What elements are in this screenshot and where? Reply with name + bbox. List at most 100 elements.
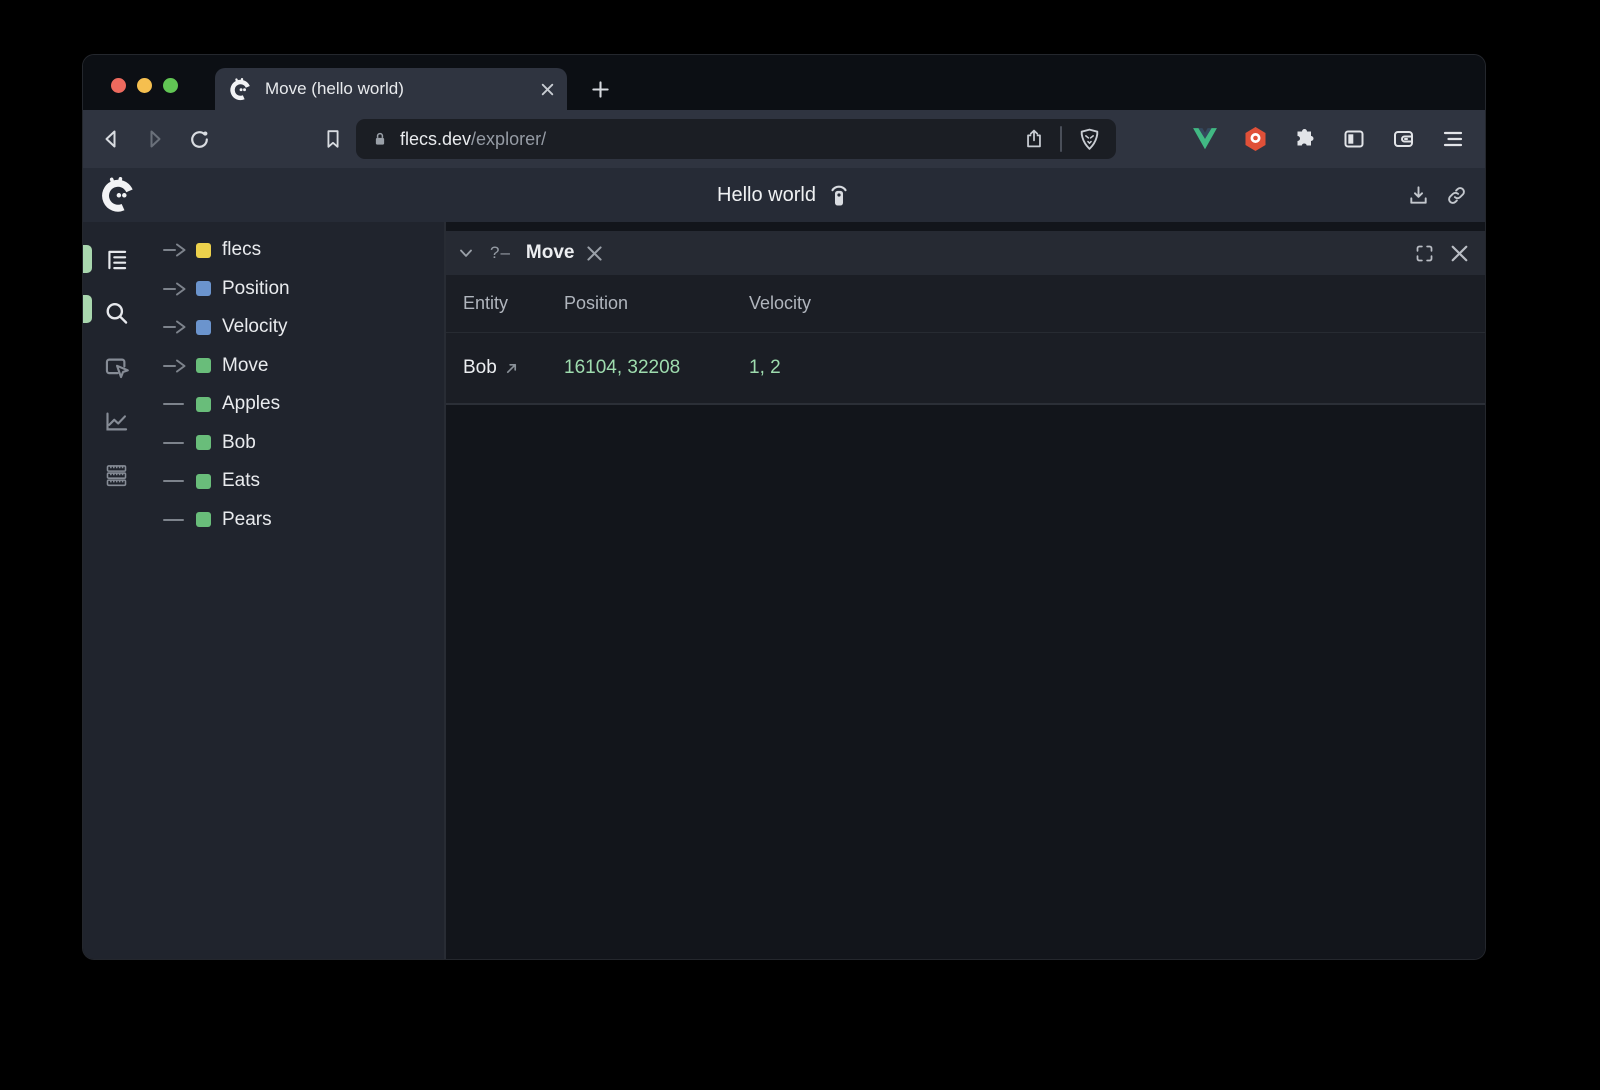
url-path: /explorer/ bbox=[471, 129, 546, 150]
expand-arrow-icon[interactable] bbox=[163, 359, 189, 373]
hexagon-icon bbox=[1243, 126, 1268, 152]
reload-icon bbox=[187, 127, 212, 152]
zoom-window-button[interactable] bbox=[163, 78, 178, 93]
download-button[interactable] bbox=[1407, 184, 1430, 207]
tree-item-flecs[interactable]: flecs bbox=[150, 231, 444, 270]
remote-connection-button[interactable] bbox=[827, 182, 851, 208]
active-indicator bbox=[83, 295, 92, 323]
panel-collapse-button[interactable] bbox=[456, 243, 476, 263]
component-square-icon bbox=[196, 281, 211, 296]
back-button[interactable] bbox=[99, 127, 123, 151]
panel-empty-area bbox=[446, 405, 1485, 959]
wallet-button[interactable] bbox=[1391, 127, 1416, 151]
expand-arrow-icon[interactable] bbox=[163, 320, 189, 334]
plus-icon bbox=[591, 80, 610, 99]
tree-item-position[interactable]: Position bbox=[150, 270, 444, 309]
tree-item-label: flecs bbox=[222, 239, 261, 261]
tree-item-pears[interactable]: Pears bbox=[150, 501, 444, 540]
browser-tab[interactable]: Move (hello world) bbox=[215, 68, 567, 110]
content-area: flecs Position Velocity bbox=[83, 222, 1485, 959]
tree-item-eats[interactable]: Eats bbox=[150, 462, 444, 501]
component-square-icon bbox=[196, 320, 211, 335]
browser-toolbar: flecs.dev/explorer/ bbox=[83, 110, 1485, 168]
flecs-favicon-icon bbox=[229, 78, 252, 101]
new-tab-button[interactable] bbox=[591, 68, 610, 110]
vue-devtools-button[interactable] bbox=[1192, 127, 1218, 151]
entity-square-icon bbox=[196, 397, 211, 412]
wallet-icon bbox=[1391, 127, 1416, 151]
share-icon bbox=[1023, 128, 1045, 150]
entity-square-icon bbox=[196, 435, 211, 450]
line-chart-icon bbox=[103, 408, 130, 435]
share-button[interactable] bbox=[1023, 128, 1045, 150]
tree-view-button[interactable] bbox=[104, 247, 130, 273]
leaf-dash-icon bbox=[163, 474, 189, 488]
column-header-velocity: Velocity bbox=[749, 293, 1485, 314]
open-entity-button[interactable] bbox=[505, 362, 518, 375]
commands-button[interactable] bbox=[103, 462, 130, 489]
entity-tree-panel: flecs Position Velocity bbox=[150, 222, 444, 959]
download-icon bbox=[1407, 184, 1430, 207]
url-bar[interactable]: flecs.dev/explorer/ bbox=[356, 119, 1116, 159]
tree-item-label: Pears bbox=[222, 509, 272, 531]
hex-extension-button[interactable] bbox=[1243, 126, 1268, 152]
puzzle-icon bbox=[1293, 127, 1317, 151]
share-link-button[interactable] bbox=[1445, 184, 1468, 207]
tab-close-button[interactable] bbox=[540, 82, 555, 97]
close-window-button[interactable] bbox=[111, 78, 126, 93]
reload-button[interactable] bbox=[187, 127, 212, 152]
bookmark-button[interactable] bbox=[322, 128, 344, 150]
remote-icon bbox=[827, 182, 851, 208]
panel-gap bbox=[446, 222, 1485, 231]
close-icon bbox=[1450, 244, 1469, 263]
browser-window: Move (hello world) bbox=[83, 55, 1485, 959]
arrow-up-right-icon bbox=[505, 362, 518, 375]
entity-name[interactable]: Bob bbox=[463, 357, 497, 379]
page-title: Hello world bbox=[717, 184, 816, 207]
fullscreen-button[interactable] bbox=[1414, 243, 1435, 264]
tree-item-label: Bob bbox=[222, 432, 256, 454]
minimize-window-button[interactable] bbox=[137, 78, 152, 93]
query-clear-button[interactable] bbox=[586, 245, 603, 262]
tab-strip: Move (hello world) bbox=[83, 55, 1485, 110]
chevron-down-icon bbox=[456, 243, 476, 263]
expand-arrow-icon[interactable] bbox=[163, 282, 189, 296]
leaf-dash-icon bbox=[163, 513, 189, 527]
tree-item-velocity[interactable]: Velocity bbox=[150, 308, 444, 347]
rulers-icon bbox=[103, 462, 130, 489]
velocity-value: 1, 2 bbox=[749, 357, 1485, 379]
expand-arrow-icon[interactable] bbox=[163, 243, 189, 257]
stats-chart-button[interactable] bbox=[103, 408, 130, 435]
extensions-button[interactable] bbox=[1293, 127, 1317, 151]
tree-item-label: Position bbox=[222, 278, 290, 300]
browser-menu-button[interactable] bbox=[1441, 127, 1465, 151]
search-button[interactable] bbox=[103, 300, 130, 327]
tree-item-label: Velocity bbox=[222, 316, 287, 338]
url-host: flecs.dev bbox=[400, 129, 471, 150]
leaf-dash-icon bbox=[163, 397, 189, 411]
table-row[interactable]: Bob 16104, 32208 1, 2 bbox=[446, 333, 1485, 405]
app-header: Hello world bbox=[83, 168, 1485, 222]
link-icon bbox=[1445, 184, 1468, 207]
tree-item-label: Eats bbox=[222, 470, 260, 492]
traffic-lights bbox=[111, 78, 178, 93]
inspect-button[interactable] bbox=[103, 354, 130, 381]
query-panel-title: Move bbox=[526, 242, 575, 264]
tree-item-move[interactable]: Move bbox=[150, 347, 444, 386]
query-symbol: ?– bbox=[490, 243, 511, 263]
tree-item-bob[interactable]: Bob bbox=[150, 424, 444, 463]
tab-title: Move (hello world) bbox=[265, 79, 540, 99]
panel-close-button[interactable] bbox=[1450, 244, 1469, 263]
query-panel-titlebar: ?– Move bbox=[446, 231, 1485, 275]
vue-icon bbox=[1192, 127, 1218, 151]
sidebar-toggle-button[interactable] bbox=[1342, 127, 1366, 151]
brave-shield-button[interactable] bbox=[1077, 127, 1102, 152]
forward-button[interactable] bbox=[143, 127, 167, 151]
tree-item-apples[interactable]: Apples bbox=[150, 385, 444, 424]
entity-square-icon bbox=[196, 358, 211, 373]
entity-square-icon bbox=[196, 243, 211, 258]
bookmark-icon bbox=[322, 128, 344, 150]
inspect-icon bbox=[103, 354, 130, 381]
leaf-dash-icon bbox=[163, 436, 189, 450]
url-bar-divider bbox=[1060, 126, 1062, 152]
